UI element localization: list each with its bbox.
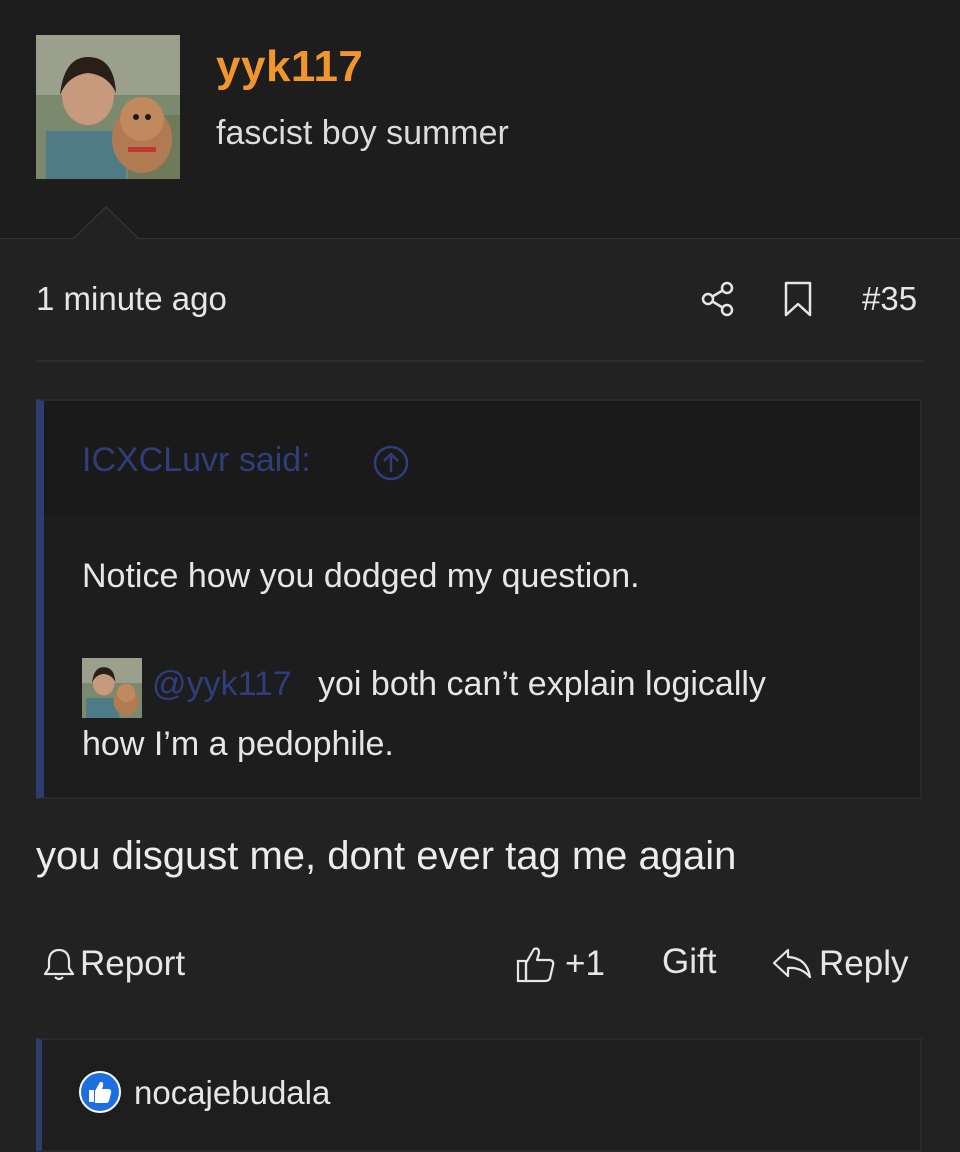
share-icon[interactable] bbox=[700, 281, 736, 317]
gift-button[interactable]: Gift bbox=[662, 942, 716, 982]
author-user-title: fascist boy summer bbox=[216, 114, 509, 152]
quote-text-line: yoi both can’t explain logically bbox=[318, 665, 766, 703]
report-button[interactable]: Report bbox=[42, 942, 185, 986]
user-mention-link[interactable]: @yyk117 bbox=[152, 665, 292, 704]
thumbs-up-icon bbox=[516, 947, 555, 983]
reply-arrow-icon bbox=[772, 948, 812, 979]
bookmark-icon[interactable] bbox=[783, 280, 813, 318]
post-timestamp[interactable]: 1 minute ago bbox=[36, 280, 227, 318]
user-header: yyk117 fascist boy summer bbox=[0, 0, 960, 239]
reply-button[interactable]: Reply bbox=[771, 942, 908, 986]
mention-avatar bbox=[82, 658, 142, 718]
quote-attribution[interactable]: ICXCLuvr said: bbox=[82, 441, 311, 480]
post-number-link[interactable]: #35 bbox=[862, 280, 917, 318]
reaction-user-link[interactable]: nocajebudala bbox=[134, 1074, 330, 1112]
reaction-summary[interactable]: nocajebudala bbox=[36, 1038, 922, 1152]
author-username[interactable]: yyk117 bbox=[216, 42, 363, 92]
quote-text-line: Notice how you dodged my question. bbox=[82, 557, 640, 595]
like-button[interactable]: +1 bbox=[515, 942, 605, 986]
quote-block: ICXCLuvr said: Notice how you dodged my … bbox=[36, 399, 922, 799]
post-body: you disgust me, dont ever tag me again bbox=[36, 834, 737, 878]
header-pointer-fill bbox=[74, 208, 138, 239]
like-count: +1 bbox=[565, 944, 605, 983]
thumbs-up-reaction-icon bbox=[79, 1071, 121, 1113]
user-avatar[interactable] bbox=[36, 35, 180, 179]
meta-divider bbox=[36, 360, 924, 362]
report-label: Report bbox=[80, 944, 186, 983]
bell-icon bbox=[43, 948, 75, 981]
quote-header: ICXCLuvr said: bbox=[44, 401, 920, 517]
quote-text-line: how I’m a pedophile. bbox=[82, 725, 394, 763]
arrow-up-circle-icon[interactable] bbox=[372, 444, 410, 482]
reply-label: Reply bbox=[819, 944, 909, 983]
